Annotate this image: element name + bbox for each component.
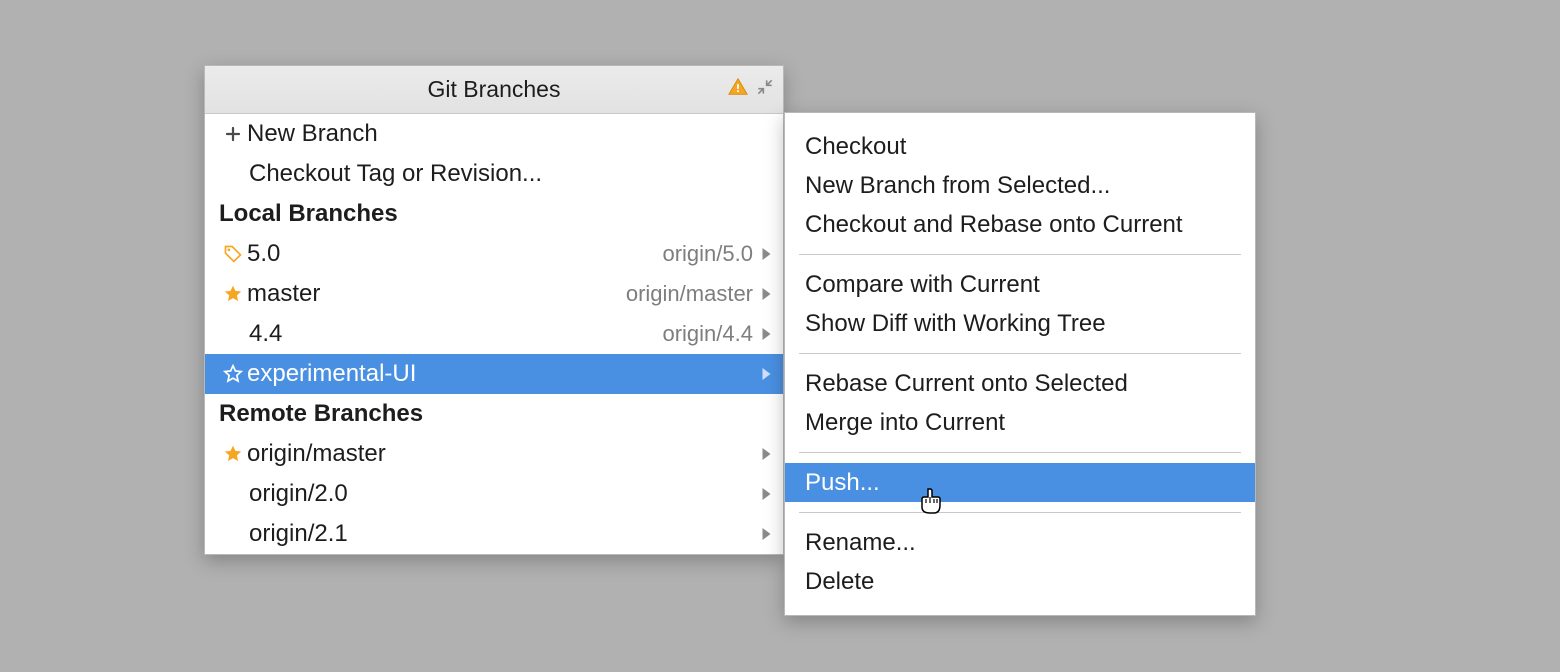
submenu-arrow-icon — [755, 527, 777, 541]
local-branch-item[interactable]: experimental-UI — [205, 354, 783, 394]
menu-separator — [799, 353, 1241, 354]
context-menu-item[interactable]: Rebase Current onto Selected — [785, 364, 1255, 403]
new-branch-action[interactable]: New Branch — [205, 114, 783, 154]
git-branches-popup: Git Branches New Branch Checkout Tag or … — [204, 65, 784, 555]
popup-header: Git Branches — [205, 66, 783, 114]
submenu-arrow-icon — [755, 367, 777, 381]
star-fill-icon — [219, 444, 247, 464]
menu-separator — [799, 254, 1241, 255]
branch-name: 5.0 — [247, 242, 280, 266]
remote-branches-label: Remote Branches — [219, 400, 423, 428]
remote-branches-header: Remote Branches — [205, 394, 783, 434]
context-menu-label: Push... — [805, 469, 880, 497]
branch-name: 4.4 — [249, 322, 282, 346]
tag-icon — [219, 244, 247, 264]
branch-name: master — [247, 282, 320, 306]
context-menu-label: Rebase Current onto Selected — [805, 370, 1128, 398]
context-menu-label: Show Diff with Working Tree — [805, 310, 1106, 338]
context-menu-item[interactable]: New Branch from Selected... — [785, 166, 1255, 205]
context-menu-item[interactable]: Checkout and Rebase onto Current — [785, 205, 1255, 244]
context-menu-item[interactable]: Rename... — [785, 523, 1255, 562]
star-icon — [219, 364, 247, 384]
context-menu-item[interactable]: Push... — [785, 463, 1255, 502]
context-menu-label: Compare with Current — [805, 271, 1040, 299]
star-fill-icon — [219, 284, 247, 304]
submenu-arrow-icon — [755, 247, 777, 261]
remote-branch-item[interactable]: origin/master — [205, 434, 783, 474]
checkout-tag-label: Checkout Tag or Revision... — [249, 162, 542, 186]
context-menu-label: Delete — [805, 568, 874, 596]
menu-separator — [799, 512, 1241, 513]
branch-name: origin/2.1 — [249, 522, 348, 546]
branch-context-menu: Checkout New Branch from Selected... Check… — [784, 112, 1256, 616]
new-branch-label: New Branch — [247, 122, 378, 146]
submenu-arrow-icon — [755, 287, 777, 301]
menu-separator — [799, 452, 1241, 453]
tracking-remote: origin/master — [626, 283, 753, 305]
context-menu-item[interactable]: Merge into Current — [785, 403, 1255, 442]
context-menu-label: Merge into Current — [805, 409, 1005, 437]
plus-icon — [219, 125, 247, 143]
collapse-icon[interactable] — [755, 76, 775, 103]
context-menu-item[interactable]: Checkout — [785, 127, 1255, 166]
remote-branch-item[interactable]: origin/2.0 — [205, 474, 783, 514]
branch-name: experimental-UI — [247, 362, 416, 386]
submenu-arrow-icon — [755, 447, 777, 461]
context-menu-item[interactable]: Compare with Current — [785, 265, 1255, 304]
context-menu-label: Checkout and Rebase onto Current — [805, 211, 1183, 239]
local-branch-item[interactable]: 4.4 origin/4.4 — [205, 314, 783, 354]
local-branches-label: Local Branches — [219, 200, 398, 228]
warning-icon[interactable] — [727, 76, 749, 104]
local-branch-item[interactable]: master origin/master — [205, 274, 783, 314]
context-menu-label: Rename... — [805, 529, 916, 557]
branch-name: origin/master — [247, 442, 386, 466]
tracking-remote: origin/4.4 — [662, 323, 753, 345]
remote-branch-item[interactable]: origin/2.1 — [205, 514, 783, 554]
submenu-arrow-icon — [755, 487, 777, 501]
context-menu-item[interactable]: Delete — [785, 562, 1255, 601]
branch-name: origin/2.0 — [249, 482, 348, 506]
context-menu-label: Checkout — [805, 133, 906, 161]
tracking-remote: origin/5.0 — [662, 243, 753, 265]
context-menu-label: New Branch from Selected... — [805, 172, 1110, 200]
local-branches-header: Local Branches — [205, 194, 783, 234]
submenu-arrow-icon — [755, 327, 777, 341]
context-menu-item[interactable]: Show Diff with Working Tree — [785, 304, 1255, 343]
checkout-tag-action[interactable]: Checkout Tag or Revision... — [205, 154, 783, 194]
popup-title: Git Branches — [428, 76, 561, 103]
local-branch-item[interactable]: 5.0 origin/5.0 — [205, 234, 783, 274]
